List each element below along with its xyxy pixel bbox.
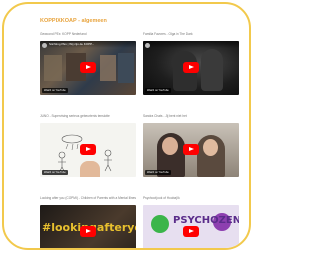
play-button[interactable]: [183, 226, 199, 237]
video-caption: Sandra Chats - Jij bent niet het: [143, 114, 187, 118]
video-caption: Familia Favores - Olga in The Dark: [143, 32, 193, 36]
video-tile[interactable]: JUNO - Supervising serieus gebeurtenis t…: [40, 114, 136, 177]
video-tile[interactable]: Looking after you (COPMI) - Children of …: [40, 196, 136, 248]
play-button[interactable]: [80, 226, 96, 237]
video-thumbnail[interactable]: Watch on YouTube: [143, 123, 239, 177]
thumbnail-image-panel: [44, 55, 62, 81]
video-collection-card: KOPPIXKOAP - algemeen Gewoond PEx: KOPP …: [2, 2, 251, 250]
thumbnail-face: [203, 139, 218, 156]
thumbnail-image-panel: [100, 55, 116, 81]
video-thumbnail[interactable]: Watch on YouTube: [143, 41, 239, 95]
video-tile[interactable]: Familia Favores - Olga in The Dark Watch…: [143, 32, 239, 95]
page-title: KOPPIXKOAP - algemeen: [40, 18, 107, 24]
video-caption: Gewoond PEx: KOPP Nederland: [40, 32, 87, 36]
cartoon-character: [151, 215, 169, 233]
channel-avatar: [42, 42, 47, 48]
video-thumbnail[interactable]: PSYCHOZEN: [143, 205, 239, 248]
video-caption: Psychoot(ook of Hooba)Ik: [143, 196, 180, 200]
thumbnail-figure: [201, 49, 223, 91]
video-caption: Looking after you (COPMI) - Children of …: [40, 196, 136, 200]
channel-avatar: [145, 42, 150, 48]
video-thumbnail[interactable]: Watch on YouTube: [40, 123, 136, 177]
video-caption: JUNO - Supervising serieus gebeurtenis t…: [40, 114, 110, 118]
watch-on-youtube-button[interactable]: Watch on YouTube: [145, 88, 171, 93]
play-button[interactable]: [183, 62, 199, 73]
video-thumb-title: [143, 41, 239, 48]
video-thumb-title: Stichting PEx | Wij zijn de KOPP...: [40, 41, 136, 48]
video-tile[interactable]: Sandra Chats - Jij bent niet het Watch o…: [143, 114, 239, 177]
video-tile[interactable]: Psychoot(ook of Hooba)Ik PSYCHOZEN: [143, 196, 239, 248]
thumbnail-image-panel: [118, 53, 134, 83]
play-button[interactable]: [183, 144, 199, 155]
thumbnail-face: [162, 137, 178, 155]
video-tile[interactable]: Gewoond PEx: KOPP Nederland Stichting PE…: [40, 32, 136, 95]
play-button[interactable]: [80, 62, 96, 73]
video-thumbnail[interactable]: #lookingafteryou: [40, 205, 136, 248]
play-button[interactable]: [80, 144, 96, 155]
watch-on-youtube-button[interactable]: Watch on YouTube: [42, 170, 68, 175]
watch-on-youtube-button[interactable]: Watch on YouTube: [42, 88, 68, 93]
hand-drawing: [80, 161, 100, 177]
watch-on-youtube-button[interactable]: Watch on YouTube: [145, 170, 171, 175]
video-thumbnail[interactable]: Stichting PEx | Wij zijn de KOPP... Watc…: [40, 41, 136, 95]
thumb-logo-text: PSYCHOZEN: [173, 215, 239, 226]
